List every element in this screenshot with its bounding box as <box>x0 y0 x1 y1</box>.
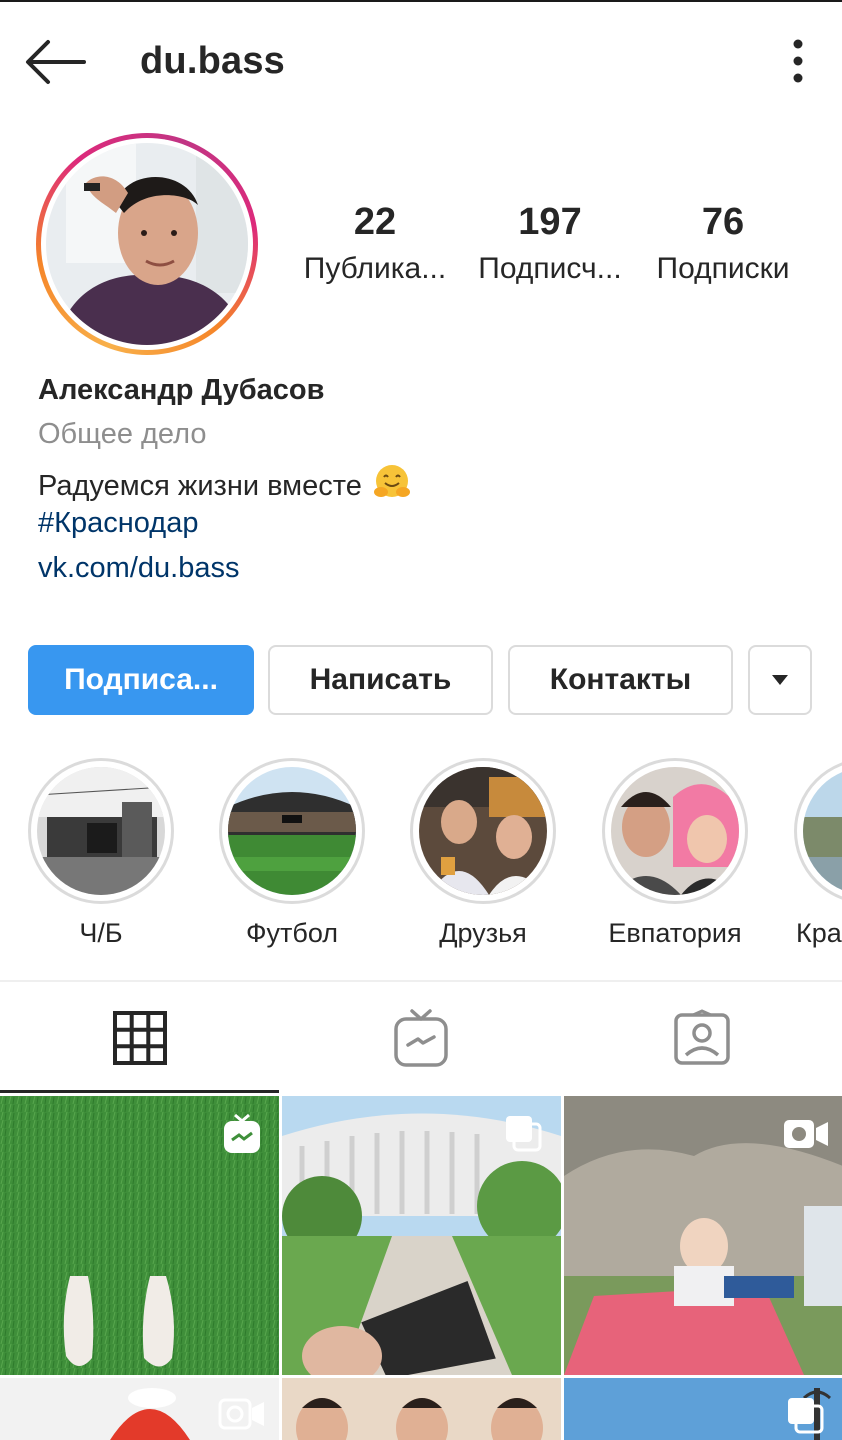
highlight-label: Кра <box>796 918 842 948</box>
post-thumbnail[interactable] <box>282 1378 561 1440</box>
tab-grid[interactable] <box>0 982 280 1094</box>
bio-text: Радуемся жизни вместе <box>38 469 362 502</box>
carousel-badge-icon <box>504 1114 544 1159</box>
profile-website-link[interactable]: vk.com/du.bass <box>38 552 239 585</box>
carousel-badge-icon <box>786 1396 826 1440</box>
tab-igtv[interactable] <box>281 982 561 1094</box>
stat-followers[interactable]: 197 Подписч... <box>472 200 628 286</box>
profile-hashtag-link[interactable]: #Краснодар <box>38 507 198 540</box>
profile-tabs <box>0 982 842 1094</box>
highlight-cover <box>419 767 547 895</box>
avatar <box>46 143 248 345</box>
grid-icon <box>113 1011 167 1065</box>
avatar-story-ring[interactable] <box>36 133 258 355</box>
profile-username: du.bass <box>140 40 285 82</box>
profile-full-name: Александр Дубасов <box>38 374 325 406</box>
hugging-face-emoji-icon <box>372 462 412 510</box>
highlight-evpatoria[interactable]: Евпатория <box>602 758 748 949</box>
highlight-krasnodar[interactable]: Кра <box>794 758 842 949</box>
highlight-label: Друзья <box>439 918 527 948</box>
post-thumbnail[interactable] <box>282 1096 561 1375</box>
video-badge-icon <box>782 1118 830 1155</box>
post-thumbnail[interactable] <box>564 1378 842 1440</box>
highlight-cover <box>803 767 842 895</box>
video-badge-icon <box>218 1398 266 1435</box>
caret-down-icon <box>772 675 788 685</box>
back-arrow-icon[interactable] <box>22 34 88 90</box>
profile-category: Общее дело <box>38 418 207 450</box>
highlight-cover <box>228 767 356 895</box>
posts-grid <box>0 1096 842 1440</box>
highlight-cover <box>611 767 739 895</box>
suggested-dropdown-button[interactable] <box>748 645 812 715</box>
highlight-label: Ч/Б <box>79 918 123 948</box>
contacts-button[interactable]: Контакты <box>508 645 733 715</box>
following-label: Подписки <box>656 252 790 285</box>
more-options-icon[interactable] <box>780 36 816 86</box>
post-thumbnail[interactable] <box>0 1096 279 1375</box>
profile-bio-text: Радуемся жизни вместе <box>38 462 412 510</box>
posts-count: 22 <box>353 201 397 243</box>
igtv-icon <box>394 1009 448 1067</box>
tagged-icon <box>674 1009 730 1065</box>
followers-label: Подписч... <box>478 252 622 285</box>
posts-label: Публика... <box>303 252 447 285</box>
followers-count: 197 <box>518 201 582 243</box>
post-thumbnail[interactable] <box>0 1378 279 1440</box>
highlight-cover <box>37 767 165 895</box>
active-tab-indicator <box>0 1090 279 1093</box>
following-count: 76 <box>701 201 745 243</box>
igtv-badge-icon <box>222 1112 262 1161</box>
highlight-label: Евпатория <box>608 918 742 948</box>
following-button[interactable]: Подписа... <box>28 645 254 715</box>
highlight-football[interactable]: Футбол <box>219 758 365 949</box>
highlight-bw[interactable]: Ч/Б <box>28 758 174 949</box>
post-thumbnail[interactable] <box>564 1096 842 1375</box>
highlight-label: Футбол <box>245 918 339 948</box>
stat-following[interactable]: 76 Подписки <box>646 200 800 286</box>
tab-tagged[interactable] <box>562 982 842 1094</box>
top-bar: du.bass <box>0 0 842 118</box>
highlight-friends[interactable]: Друзья <box>410 758 556 949</box>
stat-posts[interactable]: 22 Публика... <box>300 200 450 286</box>
message-button[interactable]: Написать <box>268 645 493 715</box>
